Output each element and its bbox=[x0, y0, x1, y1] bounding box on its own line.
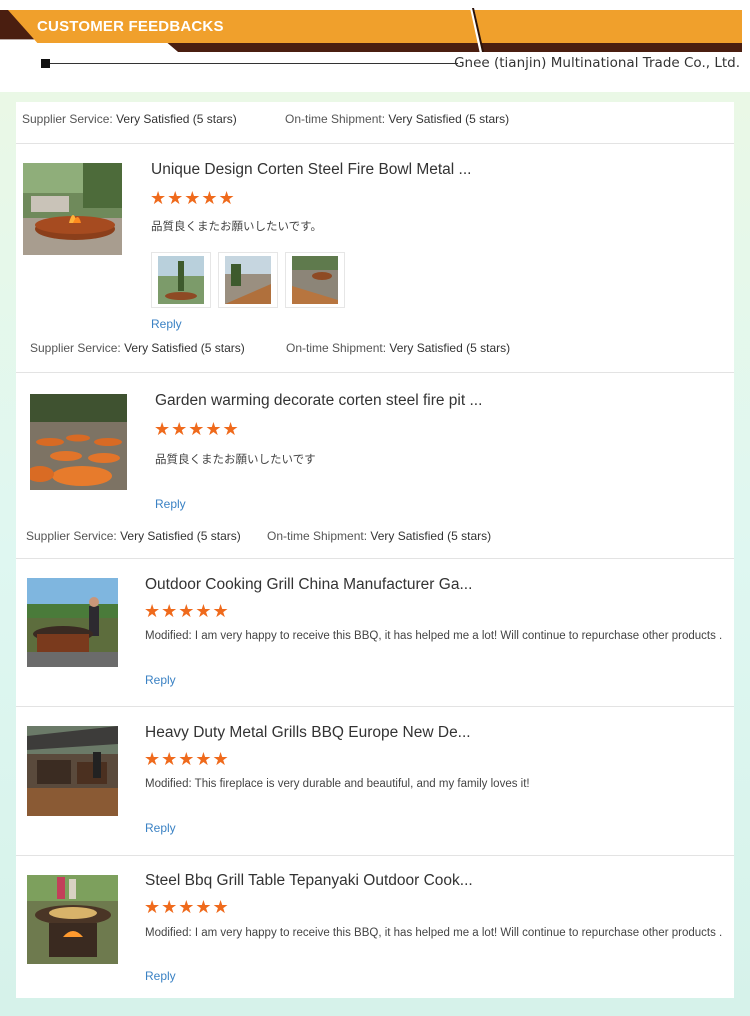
product-thumbnail[interactable] bbox=[23, 163, 122, 255]
product-thumbnail[interactable] bbox=[27, 578, 118, 667]
review-photo[interactable] bbox=[151, 252, 211, 308]
rating-stars: ★★★★★ bbox=[150, 188, 236, 208]
row-divider bbox=[16, 372, 734, 373]
product-thumbnail[interactable] bbox=[27, 726, 118, 816]
reply-link[interactable]: Reply bbox=[145, 673, 176, 687]
review-photo[interactable] bbox=[218, 252, 278, 308]
product-title[interactable]: Unique Design Corten Steel Fire Bowl Met… bbox=[151, 161, 471, 179]
product-thumbnail[interactable] bbox=[27, 875, 118, 964]
divider-square-marker bbox=[41, 59, 50, 68]
reply-link[interactable]: Reply bbox=[151, 317, 182, 331]
rating-stars: ★★★★★ bbox=[154, 419, 240, 439]
rating-stars: ★★★★★ bbox=[144, 897, 230, 917]
review-comment: 品質良くまたお願いしたいです bbox=[155, 454, 316, 466]
banner-slash-decoration bbox=[470, 8, 484, 54]
review-comment: 品質良くまたお願いしたいです。 bbox=[151, 221, 323, 233]
supplier-service-summary: Supplier Service: Very Satisfied (5 star… bbox=[22, 112, 237, 126]
section-title: CUSTOMER FEEDBACKS bbox=[37, 18, 224, 35]
review-comment: Modified: I am very happy to receive thi… bbox=[145, 927, 723, 939]
product-title[interactable]: Steel Bbq Grill Table Tepanyaki Outdoor … bbox=[145, 872, 473, 890]
row-divider bbox=[16, 855, 734, 856]
review-comment: Modified: I am very happy to receive thi… bbox=[145, 630, 723, 642]
shipment-summary: On-time Shipment: Very Satisfied (5 star… bbox=[267, 529, 492, 543]
review-photo[interactable] bbox=[285, 252, 345, 308]
feedback-panel bbox=[16, 102, 734, 998]
header-divider-line bbox=[50, 63, 458, 64]
reply-link[interactable]: Reply bbox=[145, 821, 176, 835]
row-divider bbox=[16, 706, 734, 707]
supplier-service-summary: Supplier Service: Very Satisfied (5 star… bbox=[26, 529, 241, 543]
product-title[interactable]: Heavy Duty Metal Grills BBQ Europe New D… bbox=[145, 724, 471, 742]
rating-stars: ★★★★★ bbox=[144, 601, 230, 621]
product-thumbnail[interactable] bbox=[30, 394, 127, 490]
review-comment: Modified: This fireplace is very durable… bbox=[145, 778, 530, 790]
row-divider bbox=[16, 143, 734, 144]
reply-link[interactable]: Reply bbox=[145, 969, 176, 983]
shipment-summary: On-time Shipment: Very Satisfied (5 star… bbox=[286, 341, 511, 355]
reply-link[interactable]: Reply bbox=[155, 497, 186, 511]
header-banner: CUSTOMER FEEDBACKS Gnee (tianjin) Multin… bbox=[0, 0, 750, 92]
row-divider bbox=[16, 558, 734, 559]
rating-stars: ★★★★★ bbox=[144, 749, 230, 769]
product-title[interactable]: Outdoor Cooking Grill China Manufacturer… bbox=[145, 576, 472, 594]
company-name: Gnee (tianjin) Multinational Trade Co., … bbox=[454, 55, 740, 71]
supplier-service-summary: Supplier Service: Very Satisfied (5 star… bbox=[30, 341, 245, 355]
product-title[interactable]: Garden warming decorate corten steel fir… bbox=[155, 392, 482, 410]
shipment-summary: On-time Shipment: Very Satisfied (5 star… bbox=[285, 112, 510, 126]
